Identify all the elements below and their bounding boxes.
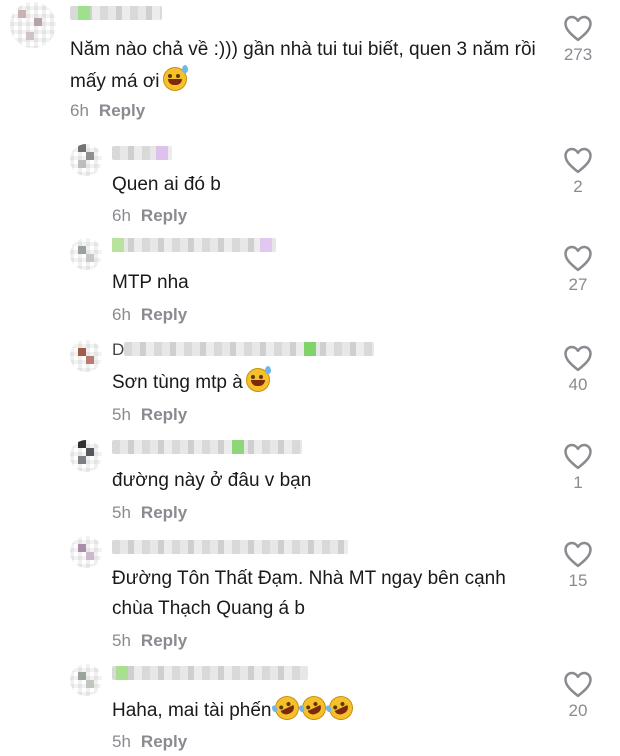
like-count: 27 <box>568 275 588 294</box>
username-redacted[interactable] <box>112 440 302 454</box>
reply-button[interactable]: Reply <box>141 503 187 522</box>
comment-time: 6h <box>70 101 89 120</box>
comment-item: Đường Tôn Thất Đạm. Nhà MT ngay bên cạnh… <box>0 534 620 658</box>
comment-text-content: Sơn tùng mtp à <box>112 372 243 393</box>
comment-time: 6h <box>112 206 131 225</box>
rolling-laughing-emoji-icon <box>324 692 357 724</box>
comment-time: 6h <box>112 305 131 324</box>
comment-text-content: Năm nào chả về :))) gần nhà tui tui biết… <box>70 39 536 92</box>
comment-time: 5h <box>112 405 131 424</box>
username-initial[interactable]: D <box>112 340 124 360</box>
username-redacted[interactable] <box>112 666 308 680</box>
comment-meta: 5h Reply <box>112 503 187 523</box>
comment-item: MTP nha 6h Reply 27 <box>0 238 620 330</box>
reply-button[interactable]: Reply <box>141 206 187 225</box>
comment-meta: 6h Reply <box>112 305 187 325</box>
like-count: 2 <box>573 177 583 196</box>
like-button[interactable]: 15 <box>550 540 606 591</box>
reply-button[interactable]: Reply <box>99 101 145 120</box>
comment-time: 5h <box>112 631 131 650</box>
avatar[interactable] <box>70 664 102 696</box>
reply-button[interactable]: Reply <box>141 631 187 650</box>
reply-button[interactable]: Reply <box>141 732 187 751</box>
username-redacted[interactable] <box>70 6 162 20</box>
comment-item: D Sơn tùng mtp à 5h Reply 40 <box>0 338 620 430</box>
like-button[interactable]: 273 <box>550 14 606 65</box>
comment-text: đường này ở đâu v bạn <box>112 470 312 491</box>
comment-text: Haha, mai tài phến <box>112 692 357 726</box>
comment-meta: 5h Reply <box>112 631 187 651</box>
like-count: 15 <box>568 571 588 590</box>
comment-text: Sơn tùng mtp à <box>112 366 271 398</box>
like-count: 20 <box>568 701 588 720</box>
comment-meta: 6h Reply <box>112 206 187 226</box>
comment-meta: 6h Reply <box>70 101 145 121</box>
username-redacted[interactable] <box>124 342 374 356</box>
heart-outline-icon <box>564 147 592 174</box>
comment-text: Quen ai đó b <box>112 174 221 195</box>
avatar[interactable] <box>70 340 102 372</box>
comment-text: Năm nào chả về :))) gần nhà tui tui biết… <box>70 34 540 98</box>
heart-outline-icon <box>564 541 592 568</box>
comment-text: Đường Tôn Thất Đạm. Nhà MT ngay bên cạnh… <box>112 568 506 619</box>
avatar[interactable] <box>10 2 56 48</box>
comment-time: 5h <box>112 503 131 522</box>
heart-outline-icon <box>564 345 592 372</box>
like-button[interactable]: 1 <box>550 442 606 493</box>
comment-meta: 5h Reply <box>112 405 187 425</box>
comment-meta: 5h Reply <box>112 732 187 752</box>
comment-item: Quen ai đó b 6h Reply 2 <box>0 140 620 232</box>
heart-outline-icon <box>564 245 592 272</box>
reply-button[interactable]: Reply <box>141 405 187 424</box>
comment-text: MTP nha <box>112 272 189 293</box>
like-button[interactable]: 2 <box>550 146 606 197</box>
grinning-sweat-emoji-icon <box>162 65 188 91</box>
like-count: 1 <box>573 473 583 492</box>
like-count: 273 <box>563 45 593 64</box>
comment-item: Haha, mai tài phến 5h Reply 20 <box>0 662 620 756</box>
like-button[interactable]: 27 <box>550 244 606 295</box>
comment-time: 5h <box>112 732 131 751</box>
avatar[interactable] <box>70 238 102 270</box>
rolling-laughing-emoji-icon <box>297 692 330 724</box>
username-redacted[interactable] <box>112 146 172 160</box>
comment-item: Năm nào chả về :))) gần nhà tui tui biết… <box>0 0 620 128</box>
avatar[interactable] <box>70 536 102 568</box>
like-count: 40 <box>568 375 588 394</box>
like-button[interactable]: 20 <box>550 670 606 721</box>
grinning-sweat-emoji-icon <box>245 366 271 392</box>
heart-outline-icon <box>564 15 592 42</box>
heart-outline-icon <box>564 671 592 698</box>
username-redacted[interactable] <box>112 540 348 554</box>
rolling-laughing-emoji-icon <box>270 692 303 724</box>
like-button[interactable]: 40 <box>550 344 606 395</box>
username-redacted[interactable] <box>112 238 276 252</box>
comment-item: đường này ở đâu v bạn 5h Reply 1 <box>0 436 620 528</box>
reply-button[interactable]: Reply <box>141 305 187 324</box>
heart-outline-icon <box>564 443 592 470</box>
comment-text-content: Haha, mai tài phến <box>112 700 272 721</box>
avatar[interactable] <box>70 144 102 176</box>
avatar[interactable] <box>70 440 102 472</box>
